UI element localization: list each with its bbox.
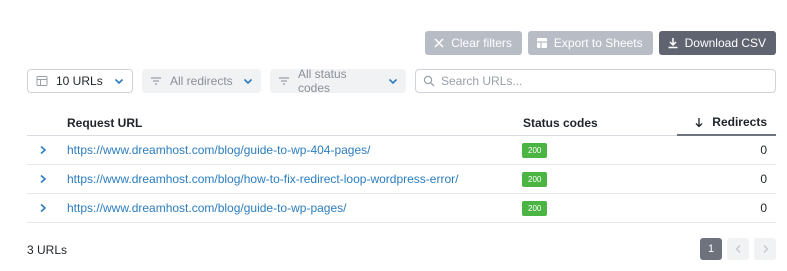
redirects-count: 0 <box>760 201 767 215</box>
chevron-right-icon[interactable] <box>27 145 67 155</box>
chevron-left-icon <box>735 244 742 254</box>
download-csv-button[interactable]: Download CSV <box>658 31 776 55</box>
table-header: Request URL Status codes Redirects <box>27 110 776 136</box>
redirects-filter-select[interactable]: All redirects <box>142 69 261 93</box>
redirects-count: 0 <box>760 172 767 186</box>
table-row: https://www.dreamhost.com/blog/guide-to-… <box>27 136 776 165</box>
sheets-icon <box>536 37 548 49</box>
status-badge: 200 <box>522 171 548 187</box>
export-to-sheets-label: Export to Sheets <box>553 36 643 50</box>
request-url-link[interactable]: https://www.dreamhost.com/blog/how-to-fi… <box>67 172 522 186</box>
download-icon <box>667 37 679 49</box>
redirects-filter-value: All redirects <box>170 74 233 88</box>
export-to-sheets-button[interactable]: Export to Sheets <box>527 31 653 55</box>
request-url-link[interactable]: https://www.dreamhost.com/blog/guide-to-… <box>67 143 522 157</box>
pagination: 1 <box>700 238 776 260</box>
redirects-count: 0 <box>760 143 767 157</box>
urls-count-value: 10 URLs <box>56 74 103 88</box>
search-icon <box>423 75 435 87</box>
filter-bar: 10 URLs All redirects All status codes <box>27 67 776 95</box>
filter-icon <box>150 75 162 87</box>
status-cell: 200 <box>522 171 677 187</box>
column-header-request-url[interactable]: Request URL <box>27 116 522 130</box>
urls-count-select[interactable]: 10 URLs <box>27 69 133 93</box>
chevron-down-icon <box>388 76 398 86</box>
table-row: https://www.dreamhost.com/blog/how-to-fi… <box>27 165 776 194</box>
search-input[interactable] <box>441 74 768 88</box>
url-count-label: 3 URLs <box>27 243 68 257</box>
status-cell: 200 <box>522 200 677 216</box>
table-icon <box>36 75 48 87</box>
search-box <box>415 69 776 93</box>
request-url-link[interactable]: https://www.dreamhost.com/blog/guide-to-… <box>67 201 522 215</box>
redirects-header-label: Redirects <box>712 115 767 129</box>
chevron-right-icon[interactable] <box>27 174 67 184</box>
toolbar-actions: Clear filters Export to Sheets Download … <box>425 31 776 55</box>
clear-filters-button[interactable]: Clear filters <box>425 31 522 55</box>
filter-icon <box>278 75 290 87</box>
column-header-redirects[interactable]: Redirects <box>677 110 776 136</box>
status-badge: 200 <box>522 200 548 216</box>
page-button[interactable]: 1 <box>700 238 722 260</box>
status-codes-filter-value: All status codes <box>298 67 347 95</box>
chevron-down-icon <box>243 76 253 86</box>
close-icon <box>433 37 445 49</box>
chevron-right-icon[interactable] <box>27 203 67 213</box>
chevron-down-icon <box>114 76 124 86</box>
clear-filters-label: Clear filters <box>451 36 512 50</box>
sort-descending-icon <box>694 117 704 128</box>
next-page-button[interactable] <box>754 238 776 260</box>
chevron-right-icon <box>762 244 769 254</box>
status-badge: 200 <box>522 142 548 158</box>
status-cell: 200 <box>522 142 677 158</box>
urls-table: Request URL Status codes Redirects https… <box>27 110 776 223</box>
download-csv-label: Download CSV <box>684 36 766 50</box>
previous-page-button[interactable] <box>727 238 749 260</box>
column-header-status-codes[interactable]: Status codes <box>522 116 677 130</box>
table-row: https://www.dreamhost.com/blog/guide-to-… <box>27 194 776 223</box>
status-codes-filter-select[interactable]: All status codes <box>270 67 406 95</box>
